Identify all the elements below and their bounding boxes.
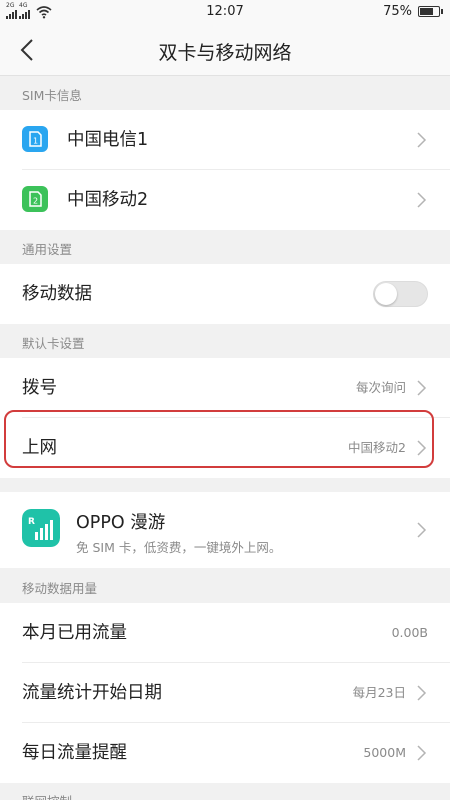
- section-header-network-control: 联网控制: [0, 786, 450, 800]
- toggle-knob: [375, 283, 397, 305]
- month-used-label: 本月已用流量: [22, 623, 127, 643]
- svg-text:1: 1: [33, 137, 38, 146]
- start-date-row[interactable]: 流量统计开始日期 每月23日: [0, 663, 450, 723]
- mobile-data-label: 移动数据: [22, 284, 92, 304]
- dial-value: 每次询问: [355, 380, 406, 395]
- section-header-default-card: 默认卡设置: [22, 336, 85, 351]
- daily-alert-row[interactable]: 每日流量提醒 5000M: [0, 723, 450, 783]
- start-date-label: 流量统计开始日期: [22, 683, 162, 703]
- internet-default-row[interactable]: 上网 中国移动2: [0, 418, 450, 478]
- chevron-right-icon: [417, 685, 427, 701]
- sim-card-row-2[interactable]: 2 中国移动2: [0, 170, 450, 230]
- svg-text:2: 2: [33, 197, 38, 206]
- battery-percent: 75%: [383, 4, 412, 19]
- sim-card-2-icon: 2: [22, 186, 48, 212]
- sim-card-2-label: 中国移动2: [67, 190, 149, 210]
- chevron-right-icon: [417, 192, 427, 208]
- navigation-bar: 双卡与移动网络: [0, 24, 450, 76]
- internet-label: 上网: [22, 438, 57, 458]
- oppo-roaming-title: OPPO 漫游: [76, 513, 166, 533]
- daily-alert-value: 5000M: [363, 745, 406, 760]
- month-used-value: 0.00B: [391, 625, 428, 640]
- section-header-sim-info: SIM卡信息: [22, 88, 82, 103]
- svg-text:R: R: [28, 517, 35, 527]
- month-used-row: 本月已用流量 0.00B: [0, 603, 450, 663]
- oppo-roaming-row[interactable]: R OPPO 漫游 免 SIM 卡，低资费，一键境外上网。: [0, 492, 450, 568]
- oppo-roaming-icon: R: [22, 509, 60, 547]
- start-date-value: 每月23日: [352, 685, 406, 700]
- chevron-right-icon: [417, 380, 427, 396]
- dial-default-row[interactable]: 拨号 每次询问: [0, 358, 450, 418]
- battery-status: 75%: [383, 4, 443, 19]
- section-header-general: 通用设置: [22, 242, 73, 257]
- sim-card-1-icon: 1: [22, 126, 48, 152]
- internet-value: 中国移动2: [348, 440, 406, 455]
- battery-icon: [418, 6, 443, 17]
- status-bar: 2G 4G 12:07 75%: [0, 0, 450, 24]
- chevron-right-icon: [417, 745, 427, 761]
- section-header-data-usage: 移动数据用量: [22, 581, 98, 596]
- daily-alert-label: 每日流量提醒: [22, 743, 127, 763]
- sim-card-1-label: 中国电信1: [67, 130, 149, 150]
- dial-label: 拨号: [22, 378, 57, 398]
- chevron-right-icon: [417, 132, 427, 148]
- oppo-roaming-subtitle: 免 SIM 卡，低资费，一键境外上网。: [76, 540, 282, 555]
- sim-card-row-1[interactable]: 1 中国电信1: [0, 110, 450, 170]
- page-title: 双卡与移动网络: [158, 42, 292, 64]
- mobile-data-row: 移动数据: [0, 264, 450, 324]
- chevron-right-icon: [417, 440, 427, 456]
- chevron-right-icon: [417, 522, 427, 538]
- mobile-data-toggle[interactable]: [373, 281, 428, 307]
